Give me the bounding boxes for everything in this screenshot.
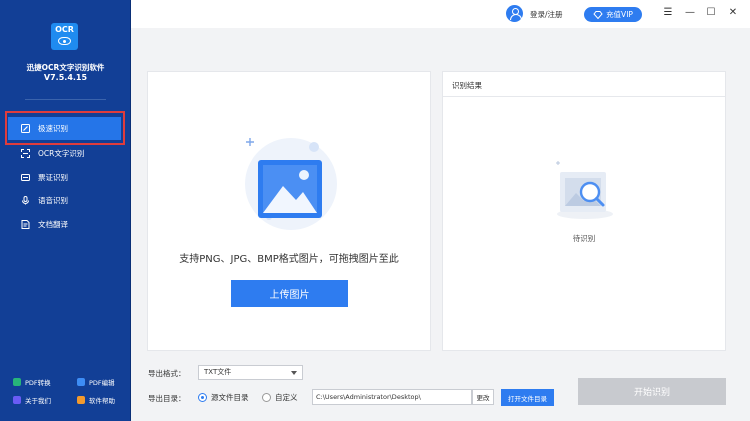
login-register-link[interactable]: 登录/注册 [530,9,563,20]
ticket-icon [21,173,30,182]
radio-custom-dir[interactable]: 自定义 [262,392,298,403]
eye-icon [58,37,71,45]
sidebar-item-label: 语音识别 [38,196,68,205]
sidebar-divider [25,99,106,100]
export-format-label: 导出格式： [148,369,186,378]
export-format-value: TXT文件 [204,368,232,376]
minimize-button[interactable]: — [684,7,696,19]
diamond-icon [593,10,603,19]
pdf-convert-icon [13,378,21,386]
title-bar: 登录/注册 充值VIP ☰ — ☐ ✕ [131,0,750,28]
sidebar-item-voice[interactable]: 语音识别 [8,189,121,212]
about-icon [13,396,21,404]
vip-recharge-button[interactable]: 充值VIP [584,7,642,22]
maximize-button[interactable]: ☐ [705,7,717,19]
pdf-convert-link[interactable]: PDF转换 [13,377,51,387]
sidebar-item-label: OCR文字识别 [38,149,85,158]
export-dir-label: 导出目录： [148,394,186,403]
result-divider [443,96,725,97]
sidebar-item-label: 票证识别 [38,173,68,182]
help-link[interactable]: 软件帮助 [77,395,115,405]
radio-label: 源文件目录 [211,393,249,402]
about-link[interactable]: 关于我们 [13,395,51,405]
export-path-input[interactable]: C:\Users\Administrator\Desktop\ [312,389,472,405]
logo-text: OCR [55,25,74,34]
app-name: 迅捷OCR文字识别软件 [26,63,105,72]
open-folder-button[interactable]: 打开文件目录 [501,389,554,406]
pdf-edit-label: PDF编辑 [89,379,115,387]
change-dir-button[interactable]: 更改 [472,389,494,405]
upload-hint: 支持PNG、JPG、BMP格式图片，可拖拽图片至此 [179,254,399,265]
radio-label: 自定义 [275,393,298,402]
app-logo: OCR [51,23,78,50]
upload-drop-zone[interactable]: 支持PNG、JPG、BMP格式图片，可拖拽图片至此 上传图片 [147,71,431,351]
pending-recognition-icon [556,161,613,219]
help-icon [77,396,85,404]
image-upload-icon [245,138,337,230]
sidebar-item-ticket[interactable]: 票证识别 [8,166,121,189]
chevron-down-icon [291,371,297,375]
pending-label: 待识别 [572,234,596,243]
about-label: 关于我们 [25,397,51,405]
selection-highlight [5,111,125,145]
close-button[interactable]: ✕ [727,7,739,19]
pdf-convert-label: PDF转换 [25,379,51,387]
radio-indicator [262,393,271,402]
vip-label: 充值VIP [606,10,633,19]
result-title: 识别结果 [452,81,482,90]
pdf-edit-icon [77,378,85,386]
result-panel: 识别结果 待识别 [442,71,726,351]
document-translate-icon [21,220,30,229]
radio-indicator [198,393,207,402]
app-version: V7.5.4.15 [43,73,88,82]
radio-source-dir[interactable]: 源文件目录 [198,392,249,403]
microphone-icon [21,196,30,205]
pdf-edit-link[interactable]: PDF编辑 [77,377,115,387]
sidebar: OCR 迅捷OCR文字识别软件 V7.5.4.15 极速识别 OCR文字识别 票… [0,0,131,421]
help-label: 软件帮助 [89,397,115,405]
export-format-select[interactable]: TXT文件 [198,365,303,380]
upload-image-button[interactable]: 上传图片 [231,280,348,307]
sidebar-item-ocr[interactable]: OCR文字识别 [8,142,121,165]
start-recognition-button[interactable]: 开始识别 [578,378,726,405]
menu-icon[interactable]: ☰ [662,7,674,19]
sidebar-item-label: 文档翻译 [38,220,68,229]
scan-frame-icon [21,149,30,158]
sidebar-item-translate[interactable]: 文档翻译 [8,213,121,236]
user-avatar-icon[interactable] [506,5,523,22]
